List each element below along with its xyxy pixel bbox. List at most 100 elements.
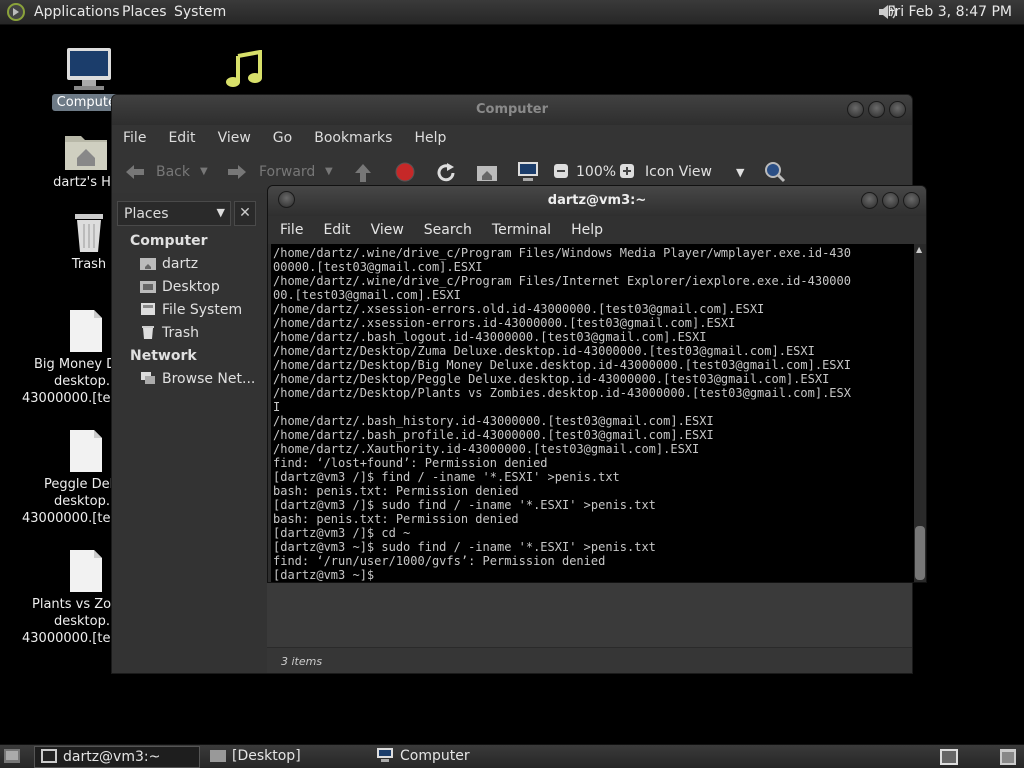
desktop-icon-big-money[interactable]: Big Money De desktop.i 43000000.[tes — [22, 308, 124, 407]
terminal-line: [dartz@vm3 /]$ find / -iname '*.ESXI' >p… — [273, 470, 620, 484]
forward-history-dropdown-icon[interactable]: ▼ — [325, 166, 333, 177]
home-folder-icon — [140, 258, 156, 270]
terminal-output[interactable]: /home/dartz/.wine/drive_c/Program Files/… — [271, 244, 914, 582]
zoom-level[interactable]: 100% — [576, 164, 616, 180]
minimize-button[interactable] — [861, 192, 878, 209]
terminal-line: find: ‘/lost+found’: Permission denied — [273, 456, 548, 470]
desktop-icon-label: desktop.i — [54, 374, 114, 389]
applications-menu[interactable]: Applications — [34, 4, 120, 20]
desktop-folder-icon — [140, 281, 156, 293]
terminal-line: [dartz@vm3 /]$ sudo find / -iname '*.ESX… — [273, 498, 656, 512]
workspace-switcher-icon[interactable] — [939, 748, 959, 766]
task-computer[interactable]: Computer — [370, 746, 530, 768]
computer-icon — [67, 48, 111, 90]
home-icon[interactable] — [476, 162, 498, 186]
back-history-dropdown-icon[interactable]: ▼ — [200, 166, 208, 177]
desktop-icon-label: 43000000.[tes — [22, 511, 118, 526]
view-mode-dropdown-icon[interactable]: ▼ — [736, 166, 744, 179]
menu-search[interactable]: Search — [414, 216, 482, 238]
maximize-button[interactable] — [882, 192, 899, 209]
task-label: [Desktop] — [232, 748, 301, 764]
sidebar-item-browse-network[interactable]: Browse Net... — [140, 371, 255, 387]
computer-icon — [377, 748, 393, 762]
menu-view[interactable]: View — [361, 216, 414, 238]
terminal-icon — [41, 749, 57, 763]
computer-icon[interactable] — [516, 161, 540, 187]
terminal-titlebar[interactable]: dartz@vm3:~ — [268, 186, 926, 216]
terminal-line: /home/dartz/.bash_history.id-43000000.[t… — [273, 414, 714, 428]
sidebar-item-desktop[interactable]: Desktop — [140, 279, 220, 295]
folder-icon — [210, 750, 226, 762]
task-label: Computer — [400, 748, 470, 764]
gnome-foot-icon[interactable] — [6, 3, 26, 21]
forward-button[interactable]: Forward — [259, 164, 315, 180]
places-combo-label: Places — [124, 206, 169, 222]
places-combo[interactable]: Places ▼ — [117, 201, 231, 226]
menu-edit[interactable]: Edit — [313, 216, 360, 238]
trash-applet-icon[interactable] — [998, 748, 1018, 766]
file-manager-titlebar[interactable]: Computer — [112, 95, 912, 125]
sidebar-item-trash[interactable]: Trash — [140, 325, 199, 341]
menu-help[interactable]: Help — [561, 216, 613, 238]
show-desktop-icon[interactable] — [3, 748, 21, 764]
scroll-up-icon[interactable]: ▲ — [916, 245, 922, 254]
menu-file[interactable]: File — [112, 125, 157, 146]
terminal-line: /home/dartz/.bash_logout.id-43000000.[te… — [273, 330, 707, 344]
window-title: dartz@vm3:~ — [547, 193, 647, 208]
back-button[interactable]: Back — [156, 164, 190, 180]
status-bar: 3 items — [267, 647, 912, 673]
desktop-icon-label: desktop.i — [54, 614, 114, 629]
close-button[interactable] — [889, 101, 906, 118]
document-icon — [70, 310, 102, 352]
terminal-line: /home/dartz/.bash_profile.id-43000000.[t… — [273, 428, 714, 442]
document-icon — [70, 430, 102, 472]
desktop-icon-label: 43000000.[tes — [22, 631, 118, 646]
task-desktop[interactable]: [Desktop] — [204, 746, 364, 768]
zoom-in-icon[interactable] — [619, 163, 635, 183]
menu-terminal[interactable]: Terminal — [482, 216, 561, 238]
drive-icon — [141, 303, 155, 315]
view-mode-select[interactable]: Icon View — [645, 164, 712, 180]
task-label: dartz@vm3:~ — [63, 749, 161, 765]
system-menu[interactable]: System — [174, 4, 226, 20]
terminal-line: /home/dartz/.xsession-errors.old.id-4300… — [273, 302, 765, 316]
clock[interactable]: Fri Feb 3, 8:47 PM — [887, 4, 1012, 20]
search-icon[interactable] — [764, 161, 786, 187]
network-icon — [141, 372, 155, 384]
maximize-button[interactable] — [868, 101, 885, 118]
status-text: 3 items — [281, 655, 323, 668]
menu-file[interactable]: File — [268, 216, 313, 238]
forward-arrow-icon[interactable] — [226, 162, 248, 186]
menu-help[interactable]: Help — [403, 125, 457, 146]
terminal-scrollbar[interactable]: ▲ — [914, 244, 926, 582]
scrollbar-thumb[interactable] — [915, 526, 925, 580]
desktop-icon-plants-vs-zombies[interactable]: Plants vs Zor desktop.i 43000000.[tes — [22, 548, 118, 647]
terminal-line: [dartz@vm3 /]$ cd ~ — [273, 526, 411, 540]
close-sidebar-button[interactable]: ✕ — [234, 201, 256, 226]
sidebar-item-dartz[interactable]: dartz — [140, 256, 198, 272]
window-menu-button[interactable] — [278, 191, 295, 208]
minimize-button[interactable] — [847, 101, 864, 118]
document-icon — [70, 550, 102, 592]
sidebar-item-file-system[interactable]: File System — [140, 302, 242, 318]
desktop-icon-label: 43000000.[tes — [22, 391, 118, 406]
sidebar-item-label: Desktop — [162, 279, 220, 295]
back-arrow-icon[interactable] — [124, 162, 146, 186]
menu-view[interactable]: View — [207, 125, 262, 146]
places-menu[interactable]: Places — [122, 4, 167, 20]
desktop-icon-label: desktop.i — [54, 494, 114, 509]
desktop-icon-music[interactable] — [222, 50, 266, 92]
close-button[interactable] — [903, 192, 920, 209]
home-folder-icon — [65, 136, 107, 170]
terminal-window[interactable]: dartz@vm3:~ File Edit View Search Terminal He… — [267, 185, 927, 583]
zoom-out-icon[interactable] — [553, 163, 569, 183]
task-terminal[interactable]: dartz@vm3:~ — [34, 746, 200, 768]
places-sidebar: Places ▼ ✕ Computer dartz Desktop File S… — [112, 197, 262, 673]
stop-icon[interactable] — [395, 162, 415, 186]
sidebar-item-label: Trash — [162, 325, 199, 341]
menu-go[interactable]: Go — [262, 125, 303, 146]
desktop-icon-label: Peggle Del — [44, 477, 114, 492]
menu-edit[interactable]: Edit — [157, 125, 206, 146]
menu-bookmarks[interactable]: Bookmarks — [303, 125, 403, 146]
desktop-icon-peggle[interactable]: Peggle Del desktop.i 43000000.[tes — [22, 428, 118, 527]
